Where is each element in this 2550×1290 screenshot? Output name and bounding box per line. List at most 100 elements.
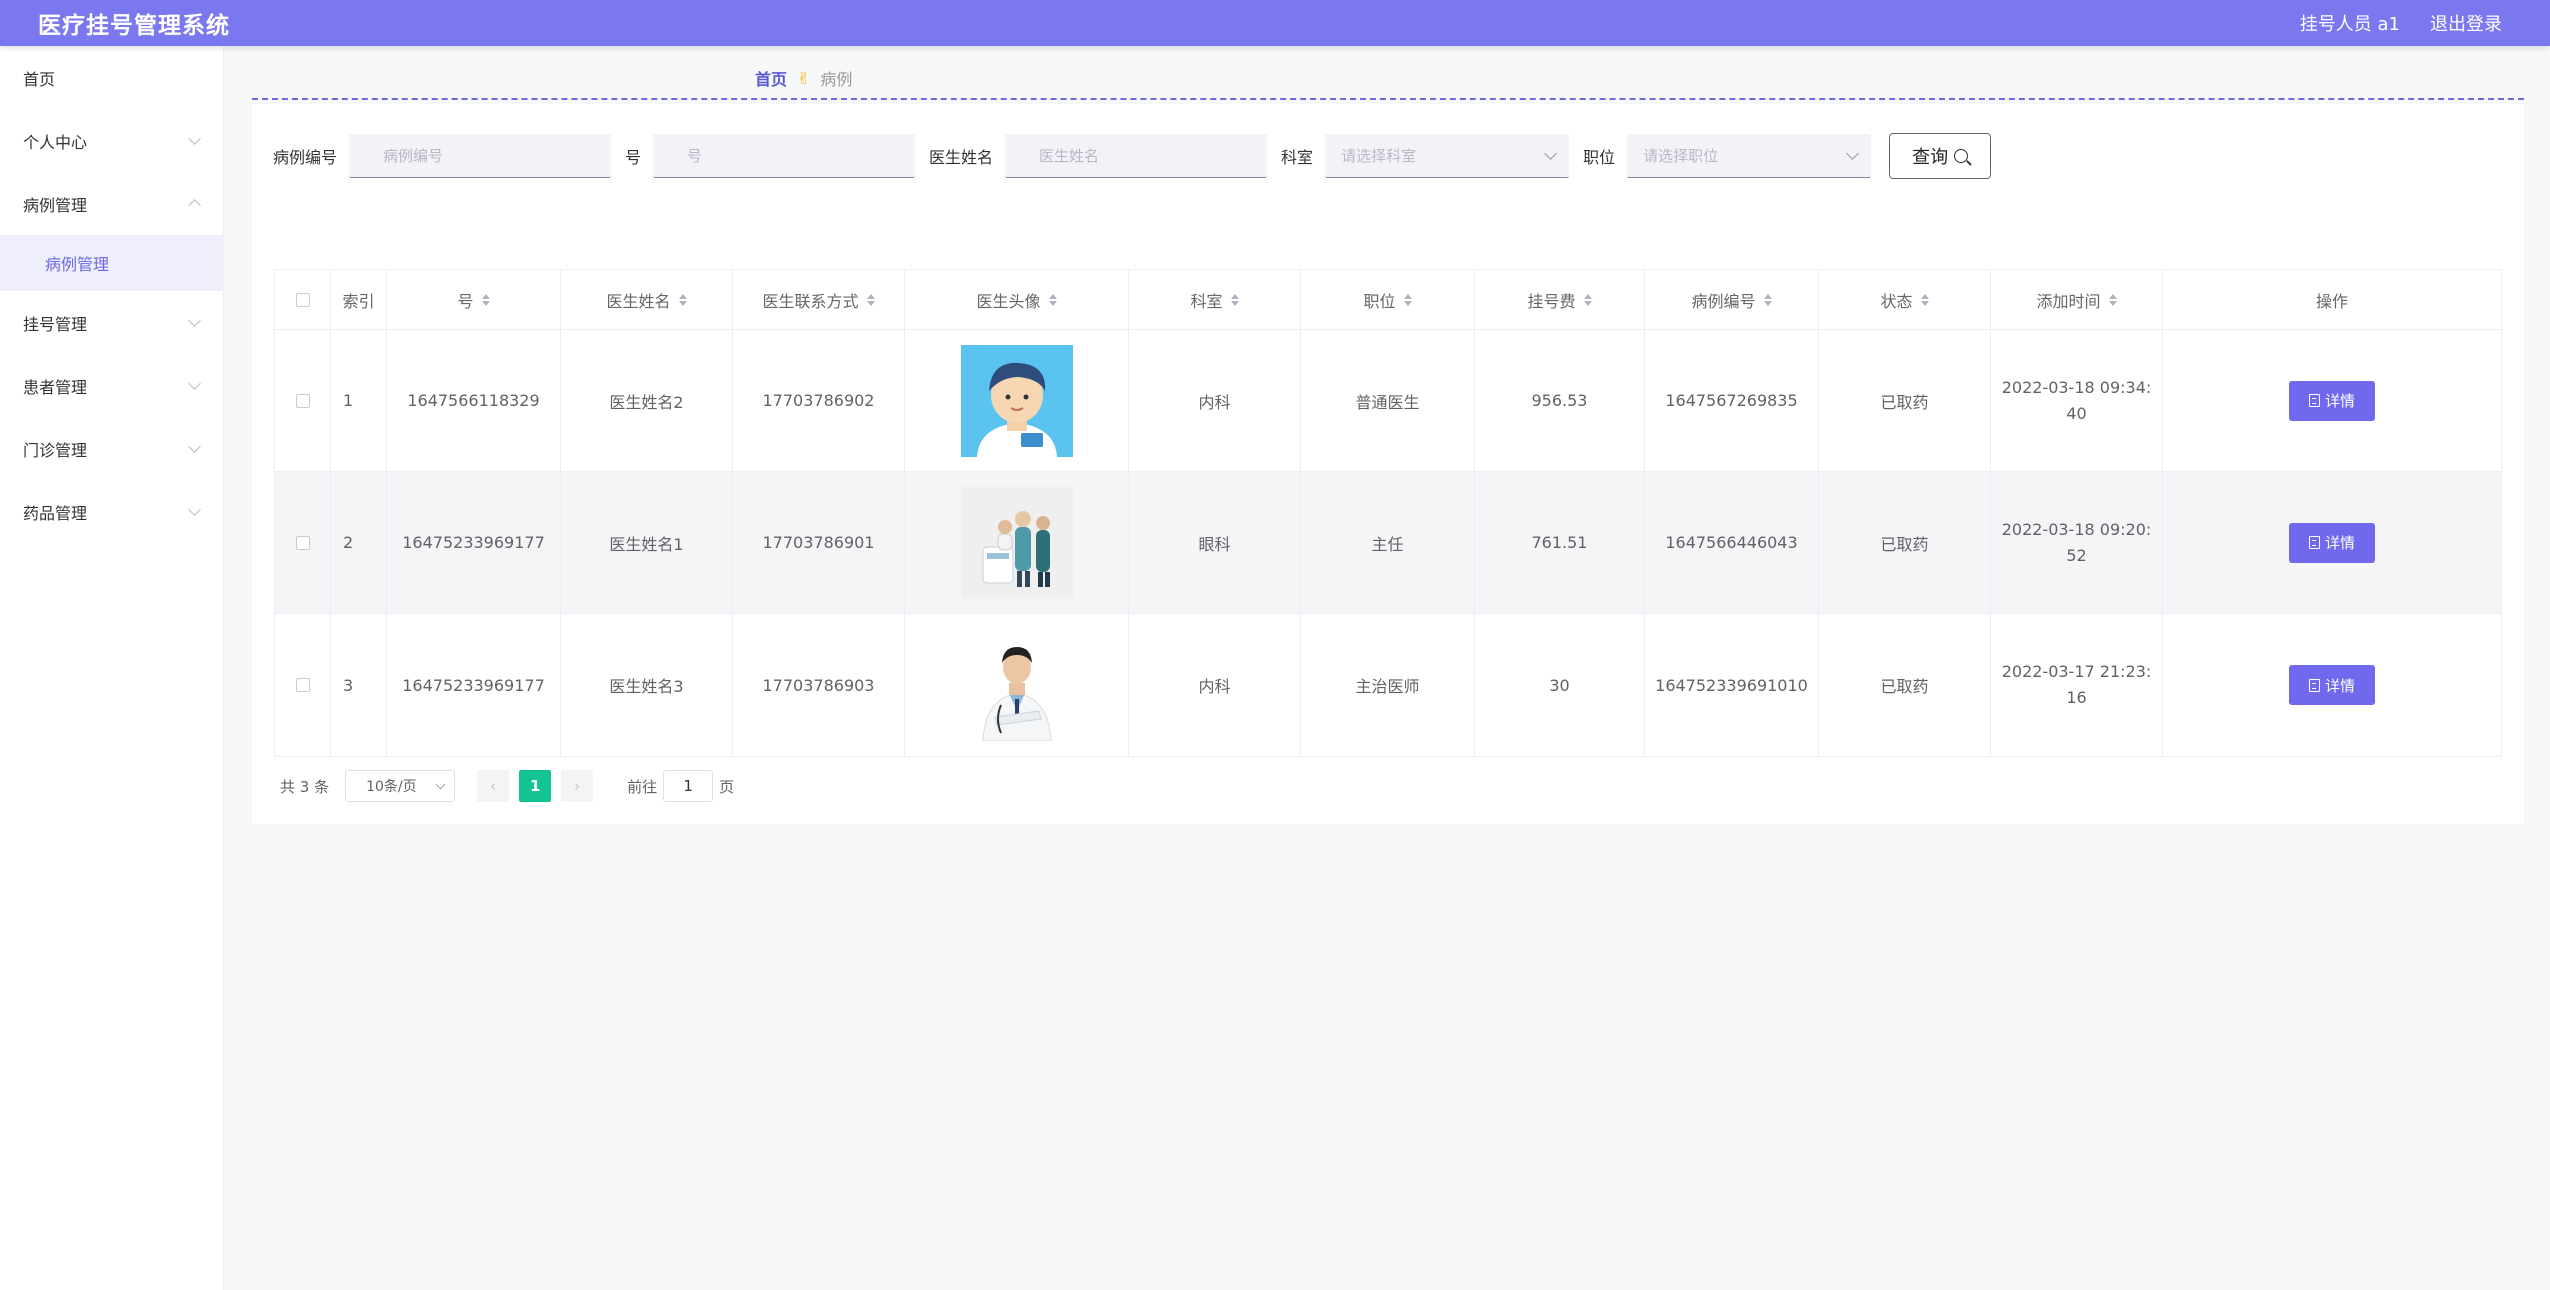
- cell-index: 1: [331, 330, 387, 471]
- sidebar-item-home[interactable]: 首页: [0, 46, 223, 109]
- sidebar-item-registration[interactable]: 挂号管理: [0, 291, 223, 354]
- page-size-value: 10条/页: [366, 779, 417, 795]
- chevron-down-icon: [188, 440, 201, 453]
- current-user[interactable]: 挂号人员 a1: [2300, 10, 2400, 36]
- sidebar-subitem-case-management[interactable]: 病例管理: [0, 235, 223, 291]
- row-select-cell: [275, 614, 331, 756]
- row-select-cell: [275, 472, 331, 613]
- sidebar-item-label: 挂号管理: [23, 314, 88, 334]
- case-no-input[interactable]: 病例编号: [349, 134, 612, 178]
- header-label: 医生头像: [976, 291, 1041, 311]
- time-text: 2022-03-18 09:34:40: [2001, 377, 2152, 423]
- cell-doctor-phone: 17703786903: [733, 614, 905, 756]
- sort-icon[interactable]: [481, 293, 490, 306]
- page-size-select[interactable]: 10条/页: [345, 770, 456, 802]
- prev-page-button[interactable]: ‹: [477, 770, 510, 802]
- sidebar-item-label: 病例管理: [23, 195, 88, 215]
- sidebar-subitem-label: 病例管理: [45, 255, 110, 274]
- header-doctor-avatar[interactable]: 医生头像: [905, 270, 1129, 329]
- cell-position: 普通医生: [1301, 330, 1475, 471]
- no-input[interactable]: 号: [653, 134, 916, 178]
- chevron-down-icon: [188, 503, 201, 516]
- hand-icon: ✌: [797, 68, 811, 88]
- detail-button[interactable]: 详情: [2289, 522, 2375, 563]
- breadcrumb-home[interactable]: 首页: [755, 66, 787, 90]
- sort-icon[interactable]: [1763, 293, 1772, 306]
- sidebar-item-case-management[interactable]: 病例管理: [0, 172, 223, 235]
- sidebar-item-label: 个人中心: [23, 132, 88, 152]
- doctor-avatar-image[interactable]: [960, 344, 1073, 457]
- table-row: 1 1647566118329 医生姓名2 17703786902 内科 普通医…: [275, 330, 2501, 472]
- chevron-down-icon: [435, 779, 446, 790]
- query-button[interactable]: 查询: [1889, 133, 1992, 179]
- header-fee[interactable]: 挂号费: [1475, 270, 1645, 329]
- select-all-checkbox[interactable]: [295, 292, 310, 307]
- header-label: 状态: [1880, 291, 1913, 311]
- cell-time: 2022-03-17 21:23:16: [1991, 614, 2163, 756]
- doctor-avatar-image[interactable]: [960, 629, 1073, 741]
- sidebar: 首页 个人中心 病例管理 病例管理 挂号管理 患者管理 门诊管理 药品管理: [0, 46, 224, 1290]
- header-time[interactable]: 添加时间: [1991, 270, 2163, 329]
- header-index: 索引: [331, 270, 387, 329]
- sort-icon[interactable]: [1048, 293, 1057, 306]
- sort-icon[interactable]: [866, 293, 875, 306]
- row-checkbox[interactable]: [295, 393, 310, 408]
- sidebar-item-outpatient[interactable]: 门诊管理: [0, 417, 223, 480]
- sort-icon[interactable]: [678, 293, 687, 306]
- sort-icon[interactable]: [1920, 293, 1929, 306]
- header-case-no[interactable]: 病例编号: [1645, 270, 1819, 329]
- sort-icon[interactable]: [1583, 293, 1592, 306]
- header-label: 医生姓名: [606, 291, 671, 311]
- sort-icon[interactable]: [2108, 293, 2117, 306]
- next-page-button[interactable]: ›: [561, 770, 594, 802]
- table-header-row: 索引 号 医生姓名 医生联系方式 医生头像 科室 职位 挂号费 病例编号 状态 …: [275, 270, 2501, 330]
- header-no[interactable]: 号: [387, 270, 561, 329]
- detail-button[interactable]: 详情: [2289, 380, 2375, 421]
- cell-no: 1647566118329: [387, 330, 561, 471]
- header-doctor-phone[interactable]: 医生联系方式: [733, 270, 905, 329]
- header-dept[interactable]: 科室: [1129, 270, 1301, 329]
- sidebar-item-drugs[interactable]: 药品管理: [0, 480, 223, 543]
- header-status[interactable]: 状态: [1819, 270, 1991, 329]
- page-unit-label: 页: [719, 777, 735, 796]
- doctor-avatar-image[interactable]: [960, 486, 1073, 599]
- header-label: 号: [457, 291, 474, 311]
- cell-no: 16475233969177: [387, 472, 561, 613]
- goto-page-input[interactable]: 1: [663, 770, 714, 802]
- document-icon: [2308, 678, 2320, 692]
- logout-link[interactable]: 退出登录: [2430, 10, 2502, 36]
- sidebar-item-patients[interactable]: 患者管理: [0, 354, 223, 417]
- sidebar-item-personal-center[interactable]: 个人中心: [0, 109, 223, 172]
- dept-select[interactable]: 请选择科室: [1325, 134, 1570, 178]
- sidebar-item-label: 首页: [23, 69, 56, 89]
- table-row: 3 16475233969177 医生姓名3 17703786903 内科 主治…: [275, 614, 2501, 756]
- page-number-button[interactable]: 1: [519, 770, 552, 802]
- doctor-name-input[interactable]: 医生姓名: [1005, 134, 1268, 178]
- header-label: 病例编号: [1691, 291, 1756, 311]
- page-jump: 前往 1 页: [627, 770, 734, 802]
- sort-icon[interactable]: [1230, 293, 1239, 306]
- detail-button-label: 详情: [2324, 392, 2355, 410]
- header-position[interactable]: 职位: [1301, 270, 1475, 329]
- cell-dept: 眼科: [1129, 472, 1301, 613]
- row-checkbox[interactable]: [295, 678, 310, 692]
- cell-avatar: [905, 472, 1129, 613]
- case-no-label: 病例编号: [273, 148, 338, 167]
- chevron-down-icon: [1544, 147, 1557, 160]
- header-label: 操作: [2315, 291, 2348, 311]
- cell-no: 16475233969177: [387, 614, 561, 756]
- header-doctor-name[interactable]: 医生姓名: [561, 270, 733, 329]
- cell-action: 详情: [2163, 330, 2501, 471]
- row-checkbox[interactable]: [295, 535, 310, 550]
- cell-index: 2: [331, 472, 387, 613]
- detail-button[interactable]: 详情: [2289, 665, 2375, 705]
- header-label: 职位: [1363, 291, 1396, 311]
- cell-index: 3: [331, 614, 387, 756]
- cell-position: 主治医师: [1301, 614, 1475, 756]
- position-select[interactable]: 请选择职位: [1627, 134, 1872, 178]
- chevron-down-icon: [188, 132, 201, 145]
- position-label: 职位: [1583, 148, 1616, 167]
- goto-label: 前往: [627, 777, 658, 796]
- chevron-down-icon: [188, 314, 201, 327]
- sort-icon[interactable]: [1403, 293, 1412, 306]
